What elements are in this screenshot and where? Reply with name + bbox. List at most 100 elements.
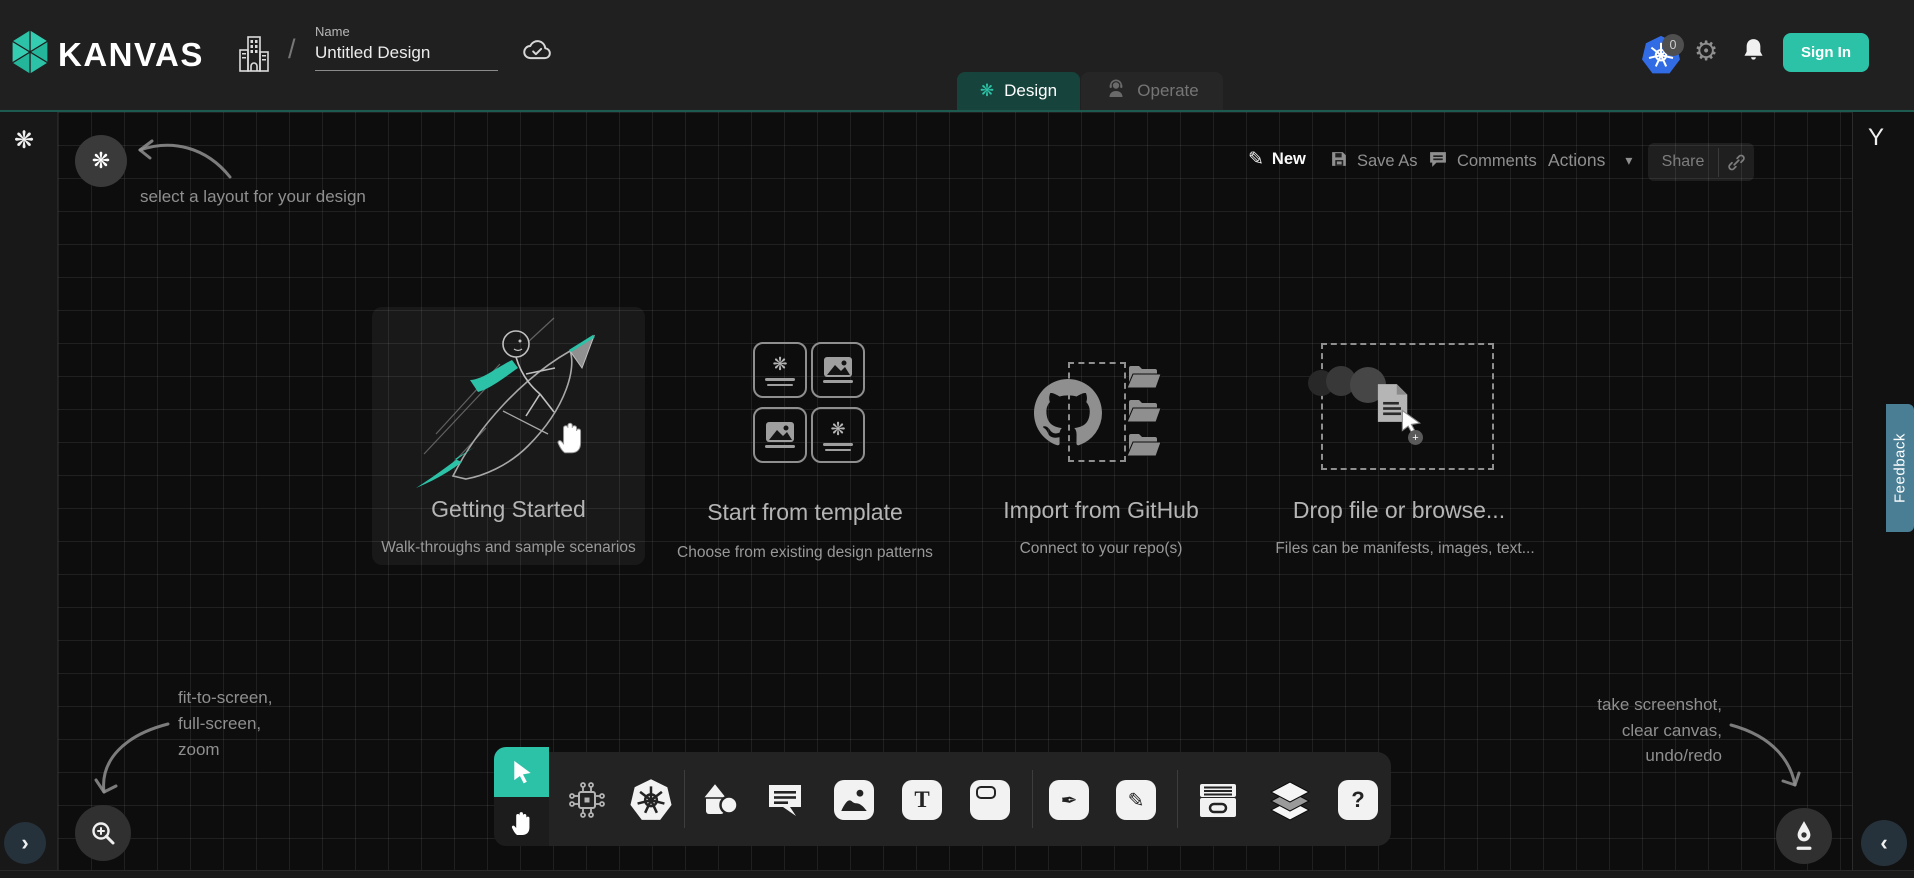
drop-subtitle: Files can be manifests, images, text... bbox=[1272, 540, 1538, 558]
save-as-button[interactable]: Save As bbox=[1330, 150, 1418, 173]
share-link-icon bbox=[1718, 148, 1754, 177]
share-label: Share bbox=[1648, 153, 1718, 171]
tab-design-label: Design bbox=[1004, 81, 1057, 101]
floppy-icon bbox=[1330, 150, 1348, 173]
note-tool-button[interactable] bbox=[970, 780, 1010, 820]
comments-label: Comments bbox=[1457, 152, 1537, 171]
notifications-bell-icon[interactable] bbox=[1742, 37, 1765, 69]
connection-tool-button[interactable] bbox=[567, 780, 607, 825]
template-title: Start from template bbox=[660, 499, 950, 526]
share-button[interactable]: Share bbox=[1648, 143, 1754, 181]
github-subtitle: Connect to your repo(s) bbox=[985, 540, 1217, 558]
cloud-sync-icon bbox=[520, 37, 552, 66]
getting-started-title: Getting Started bbox=[372, 496, 645, 523]
template-spiral-icon: ❋ bbox=[772, 354, 787, 375]
left-sidebar bbox=[0, 112, 58, 870]
sidebar-spiral-icon[interactable]: ❋ bbox=[14, 126, 34, 155]
screenshot-hint-line-2: clear canvas, bbox=[1452, 721, 1722, 741]
save-as-label: Save As bbox=[1357, 152, 1418, 171]
template-tile-spiral-2: ❋ bbox=[811, 407, 865, 463]
actions-dropdown[interactable]: Actions ▾ bbox=[1548, 150, 1632, 171]
template-image-icon bbox=[766, 422, 794, 442]
design-name-label: Name bbox=[315, 24, 350, 39]
new-button[interactable]: ✎ New bbox=[1248, 148, 1306, 171]
drawer-icon bbox=[1196, 782, 1240, 819]
toolbar-divider bbox=[1032, 770, 1033, 828]
circuit-icon bbox=[567, 780, 607, 820]
text-tool-button[interactable]: T bbox=[902, 780, 942, 820]
feedback-tab[interactable]: Feedback bbox=[1886, 404, 1914, 532]
zoom-hint-line-2: full-screen, bbox=[178, 714, 261, 734]
toolbar-divider bbox=[684, 770, 685, 828]
comment-bubble-icon bbox=[766, 783, 804, 818]
github-title: Import from GitHub bbox=[985, 497, 1217, 524]
bottom-scroll-strip bbox=[0, 870, 1914, 878]
tab-operate[interactable]: Operate bbox=[1081, 72, 1223, 110]
zoom-button[interactable] bbox=[75, 805, 131, 861]
cursor-arrow-icon bbox=[510, 759, 534, 785]
github-icon bbox=[1034, 379, 1102, 447]
kubernetes-wheel-icon bbox=[629, 778, 673, 822]
comments-icon bbox=[1428, 150, 1448, 173]
pencil-icon: ✎ bbox=[1248, 148, 1264, 171]
image-icon bbox=[837, 783, 871, 817]
hand-icon bbox=[509, 808, 535, 836]
zoom-hint-arrow bbox=[80, 710, 180, 805]
sign-in-button[interactable]: Sign In bbox=[1783, 33, 1869, 72]
layers-tool-button[interactable] bbox=[1268, 781, 1312, 826]
pen-tool-button[interactable]: ✒ bbox=[1049, 780, 1089, 820]
tab-operate-label: Operate bbox=[1137, 81, 1198, 101]
settings-gear-icon[interactable]: ⚙ bbox=[1694, 38, 1718, 65]
design-name-input[interactable] bbox=[315, 43, 498, 71]
org-building-icon[interactable] bbox=[237, 34, 271, 79]
pan-tool-button[interactable] bbox=[494, 797, 549, 846]
getting-started-subtitle: Walk-throughs and sample scenarios bbox=[360, 539, 657, 557]
pencil-tool-button[interactable]: ✎ bbox=[1116, 780, 1156, 820]
tab-design[interactable]: ❋ Design bbox=[957, 72, 1080, 110]
design-spiral-icon: ❋ bbox=[980, 81, 994, 101]
breadcrumb-separator: / bbox=[288, 34, 296, 65]
shapes-icon bbox=[700, 782, 740, 818]
image-tool-button[interactable] bbox=[834, 780, 874, 820]
rocket-doodle-illustration bbox=[408, 316, 608, 491]
layout-hint-arrow bbox=[130, 133, 240, 185]
actions-label: Actions bbox=[1548, 150, 1605, 171]
dock-collapse-button[interactable]: ‹ bbox=[1861, 820, 1907, 866]
layers-icon bbox=[1268, 781, 1312, 821]
help-tool-button[interactable]: ? bbox=[1338, 780, 1378, 820]
pen-nib-icon bbox=[1791, 820, 1817, 852]
template-tile-spiral-1: ❋ bbox=[753, 342, 807, 398]
screenshot-hint-line-1: take screenshot, bbox=[1452, 695, 1722, 715]
kanvas-app: KANVAS / Name ❋ Design bbox=[0, 0, 1914, 878]
magnifier-plus-icon bbox=[89, 819, 117, 847]
folder-icon bbox=[1126, 432, 1162, 458]
zoom-hint-line-3: zoom bbox=[178, 740, 220, 760]
template-subtitle: Choose from existing design patterns bbox=[655, 544, 955, 562]
k8s-count-badge: 0 bbox=[1662, 34, 1684, 56]
template-tile-image-2 bbox=[753, 407, 807, 463]
plus-badge: + bbox=[1408, 430, 1423, 445]
folder-icon bbox=[1126, 364, 1162, 390]
screenshot-hint-arrow bbox=[1725, 715, 1810, 800]
select-tool-button[interactable] bbox=[494, 747, 549, 797]
brand-logo-icon[interactable] bbox=[10, 29, 50, 80]
new-button-label: New bbox=[1272, 150, 1306, 169]
screenshot-hint-line-3: undo/redo bbox=[1452, 746, 1722, 766]
brand-name: KANVAS bbox=[58, 36, 204, 74]
shapes-tool-button[interactable] bbox=[700, 782, 740, 823]
sidebar-expand-button[interactable]: › bbox=[4, 822, 46, 864]
template-image-icon bbox=[824, 357, 852, 377]
operate-headset-icon bbox=[1105, 78, 1127, 105]
drop-title: Drop file or browse... bbox=[1280, 497, 1518, 524]
hand-cursor-icon bbox=[556, 418, 586, 454]
layout-select-button[interactable]: ❋ bbox=[75, 135, 127, 187]
layout-hint-text: select a layout for your design bbox=[140, 187, 366, 207]
zoom-hint-line-1: fit-to-screen, bbox=[178, 688, 272, 708]
chevron-down-icon: ▾ bbox=[1625, 152, 1632, 169]
drawer-tool-button[interactable] bbox=[1196, 782, 1240, 824]
comment-tool-button[interactable] bbox=[766, 783, 804, 823]
kubernetes-tool-button[interactable] bbox=[629, 778, 673, 827]
right-dock-handle[interactable]: Y bbox=[1864, 124, 1888, 152]
pen-actions-button[interactable] bbox=[1776, 808, 1832, 864]
comments-button[interactable]: Comments bbox=[1428, 150, 1537, 173]
